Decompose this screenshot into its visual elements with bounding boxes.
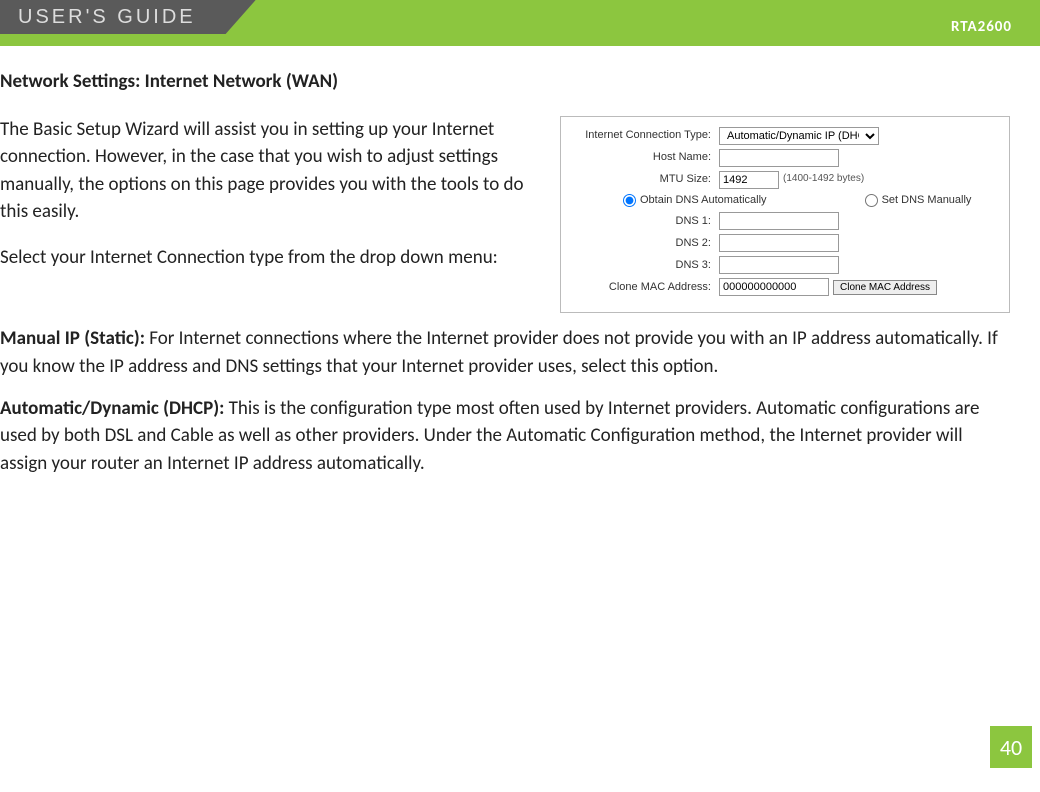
intro-paragraph-2: Select your Internet Connection type fro…	[0, 244, 542, 272]
mtu-label: MTU Size:	[569, 173, 719, 186]
static-text: For Internet connections where the Inter…	[0, 327, 998, 378]
intro-text: The Basic Setup Wizard will assist you i…	[0, 116, 542, 314]
dns2-input[interactable]	[719, 234, 839, 252]
static-bold: Manual IP (Static):	[0, 327, 149, 350]
page-header: USER'S GUIDE RTA2600	[0, 0, 1040, 46]
dhcp-bold: Automatic/Dynamic (DHCP):	[0, 397, 229, 420]
clone-mac-label: Clone MAC Address:	[569, 281, 719, 294]
clone-mac-input[interactable]	[719, 278, 829, 296]
dns-auto-radio[interactable]	[623, 194, 636, 207]
model-label: RTA2600	[951, 18, 1012, 36]
dns-auto-label: Obtain DNS Automatically	[640, 193, 767, 209]
conn-type-label: Internet Connection Type:	[569, 129, 719, 142]
mtu-input[interactable]	[719, 171, 779, 189]
intro-paragraph-1: The Basic Setup Wizard will assist you i…	[0, 116, 542, 226]
page-content: Network Settings: Internet Network (WAN)…	[0, 46, 1040, 477]
page-number: 40	[1000, 734, 1022, 761]
guide-title: USER'S GUIDE	[18, 6, 196, 29]
dns2-label: DNS 2:	[569, 237, 719, 250]
dns-manual-radio[interactable]	[865, 194, 878, 207]
conn-type-select[interactable]: Automatic/Dynamic IP (DHCP)	[719, 127, 879, 145]
guide-tab: USER'S GUIDE	[0, 0, 256, 34]
host-name-input[interactable]	[719, 149, 839, 167]
dns1-input[interactable]	[719, 212, 839, 230]
static-paragraph: Manual IP (Static): For Internet connect…	[0, 325, 1010, 380]
mtu-hint: (1400-1492 bytes)	[783, 172, 864, 187]
wan-settings-panel: Internet Connection Type: Automatic/Dyna…	[560, 116, 1010, 314]
dns3-input[interactable]	[719, 256, 839, 274]
dns-mode-row: Obtain DNS Automatically Set DNS Manuall…	[623, 193, 997, 209]
page-number-box: 40	[990, 726, 1032, 768]
dns1-label: DNS 1:	[569, 215, 719, 228]
section-title: Network Settings: Internet Network (WAN)	[0, 68, 1010, 96]
dns-manual-label: Set DNS Manually	[882, 193, 972, 209]
clone-mac-button[interactable]: Clone MAC Address	[833, 280, 937, 295]
dhcp-paragraph: Automatic/Dynamic (DHCP): This is the co…	[0, 395, 1010, 478]
intro-row: The Basic Setup Wizard will assist you i…	[0, 116, 1010, 314]
host-name-label: Host Name:	[569, 151, 719, 164]
dns3-label: DNS 3:	[569, 259, 719, 272]
